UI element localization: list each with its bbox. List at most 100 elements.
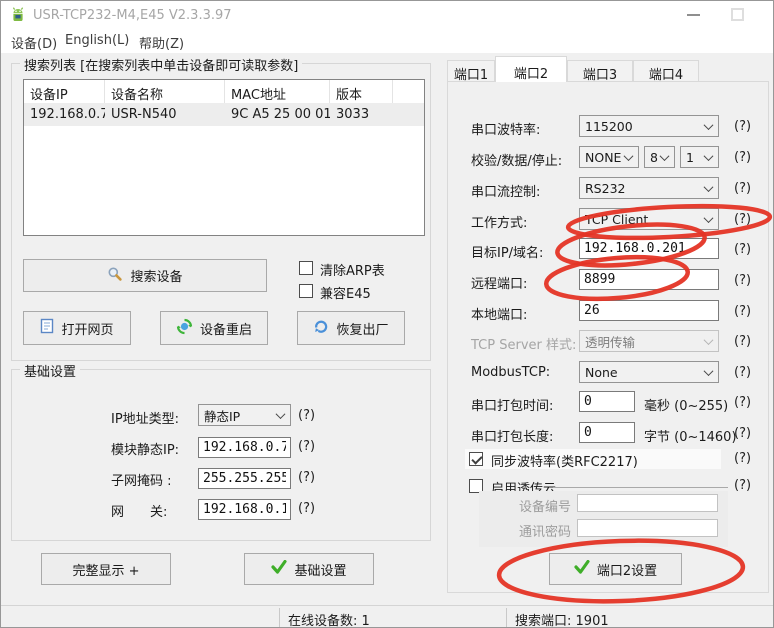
restore-arrow-icon <box>313 318 329 338</box>
restart-icon <box>176 318 193 339</box>
statusbar-separator <box>506 608 507 627</box>
local-port-label: 本地端口: <box>471 308 528 323</box>
cell-device-name: USR-N540 <box>111 107 177 122</box>
cloud-group-line <box>553 487 728 488</box>
device-restart-label: 设备重启 <box>199 322 252 338</box>
tab-port2[interactable]: 端口2 <box>495 56 567 82</box>
tcp-server-style-help[interactable]: (?) <box>734 334 751 349</box>
col-mac[interactable]: MAC地址 <box>225 80 330 103</box>
cell-version: 3033 <box>336 107 370 122</box>
minimize-button[interactable] <box>687 14 700 16</box>
workmode-select[interactable]: TCP Client <box>579 208 719 230</box>
sync-baud-checkbox[interactable] <box>469 452 483 466</box>
remote-port-help[interactable]: (?) <box>734 273 751 288</box>
clear-arp-label[interactable]: 清除ARP表 <box>320 260 385 279</box>
clear-arp-checkbox[interactable] <box>299 261 313 275</box>
databits-select[interactable]: 8 <box>644 146 675 168</box>
comm-password-label: 通讯密码 <box>518 525 571 540</box>
static-ip-help[interactable]: (?) <box>298 439 315 454</box>
pack-time-help[interactable]: (?) <box>734 395 751 410</box>
flow-select[interactable]: RS232 <box>579 177 719 199</box>
pack-len-input[interactable] <box>579 422 635 443</box>
port2-setup-button[interactable]: 端口2设置 <box>549 553 682 585</box>
cell-device-ip: 192.168.0.7 <box>30 107 105 122</box>
pack-time-label: 串口打包时间: <box>471 399 554 414</box>
subnet-help[interactable]: (?) <box>298 470 315 485</box>
device-table-header: 设备IP 设备名称 MAC地址 版本 <box>24 80 424 104</box>
status-bar: 在线设备数: 1 搜索端口: 1901 <box>1 605 773 628</box>
table-row[interactable]: 192.168.0.7 USR-N540 9C A5 25 00 01 87 3… <box>24 104 424 126</box>
parity-select[interactable]: NONE <box>579 146 639 168</box>
tab-port4[interactable]: 端口4 <box>633 60 699 83</box>
sync-baud-label[interactable]: 同步波特率(类RFC2217) <box>491 451 638 470</box>
gateway-help[interactable]: (?) <box>298 501 315 516</box>
check-icon <box>574 559 590 578</box>
flow-label: 串口流控制: <box>471 185 541 200</box>
gateway-input[interactable] <box>198 499 291 520</box>
menu-device[interactable]: 设备(D) <box>11 33 57 52</box>
col-device-name[interactable]: 设备名称 <box>105 80 225 103</box>
chevron-down-icon <box>703 150 714 161</box>
local-port-input[interactable] <box>579 300 719 321</box>
chevron-down-icon <box>275 408 286 419</box>
search-list-group-title: 搜索列表 [在搜索列表中单击设备即可读取参数] <box>20 55 303 74</box>
col-device-ip[interactable]: 设备IP <box>24 80 105 103</box>
device-table: 设备IP 设备名称 MAC地址 版本 192.168.0.7 USR-N540 … <box>23 79 425 236</box>
pack-len-help[interactable]: (?) <box>734 426 751 441</box>
dest-ip-help[interactable]: (?) <box>734 242 751 257</box>
chevron-down-icon <box>703 181 714 192</box>
baud-select[interactable]: 115200 <box>579 115 719 137</box>
menu-english[interactable]: English(L) <box>65 33 129 48</box>
maximize-button[interactable] <box>731 8 744 21</box>
workmode-label: 工作方式: <box>471 216 528 231</box>
subnet-label: 子网掩码 : <box>111 474 172 489</box>
subnet-input[interactable] <box>198 468 291 489</box>
tab-port3[interactable]: 端口3 <box>567 60 633 83</box>
factory-reset-label: 恢复出厂 <box>336 322 389 338</box>
cell-mac: 9C A5 25 00 01 87 <box>231 107 330 122</box>
search-port-status: 搜索端口: 1901 <box>515 614 609 628</box>
menu-bar: 设备(D) English(L) 帮助(Z) <box>1 29 773 53</box>
chevron-down-icon <box>623 150 634 161</box>
search-device-label: 搜索设备 <box>130 270 183 285</box>
basic-setup-label: 基础设置 <box>294 563 347 579</box>
comm-password-input <box>577 519 718 537</box>
device-restart-button[interactable]: 设备重启 <box>160 311 268 345</box>
basic-setup-button[interactable]: 基础设置 <box>244 553 374 585</box>
compat-e45-label[interactable]: 兼容E45 <box>320 283 371 302</box>
gateway-label: 网 关: <box>111 505 168 520</box>
search-device-button[interactable]: 搜索设备 <box>23 259 267 292</box>
static-ip-input[interactable] <box>198 437 291 458</box>
local-port-help[interactable]: (?) <box>734 304 751 319</box>
modbus-help[interactable]: (?) <box>734 365 751 380</box>
online-device-count: 在线设备数: 1 <box>288 614 370 628</box>
flow-help[interactable]: (?) <box>734 181 751 196</box>
dest-ip-label: 目标IP/域名: <box>471 246 544 261</box>
compat-e45-checkbox[interactable] <box>299 284 313 298</box>
factory-reset-button[interactable]: 恢复出厂 <box>297 311 405 345</box>
port2-setup-label: 端口2设置 <box>596 563 658 579</box>
cloud-help[interactable]: (?) <box>734 478 751 493</box>
ip-type-help[interactable]: (?) <box>298 408 315 423</box>
stopbits-select[interactable]: 1 <box>680 146 719 168</box>
full-display-label: 完整显示 + <box>72 563 140 579</box>
dest-ip-input[interactable] <box>579 238 719 259</box>
col-filler <box>393 80 424 103</box>
check-icon <box>271 559 288 578</box>
pack-len-label: 串口打包长度: <box>471 430 554 445</box>
parity-help[interactable]: (?) <box>734 150 751 165</box>
tab-port1[interactable]: 端口1 <box>447 60 495 83</box>
ip-type-select[interactable]: 静态IP <box>198 404 291 426</box>
col-version[interactable]: 版本 <box>330 80 393 103</box>
device-id-label: 设备编号 <box>518 500 571 515</box>
menu-help[interactable]: 帮助(Z) <box>139 33 184 52</box>
modbus-select[interactable]: None <box>579 361 719 383</box>
workmode-help[interactable]: (?) <box>734 212 751 227</box>
tcp-server-style-label: TCP Server 样式: <box>471 338 577 353</box>
baud-help[interactable]: (?) <box>734 119 751 134</box>
remote-port-input[interactable] <box>579 269 719 290</box>
pack-time-input[interactable] <box>579 391 635 412</box>
sync-baud-help[interactable]: (?) <box>734 451 751 466</box>
open-webpage-button[interactable]: 打开网页 <box>23 311 131 345</box>
full-display-button[interactable]: 完整显示 + <box>41 553 171 585</box>
